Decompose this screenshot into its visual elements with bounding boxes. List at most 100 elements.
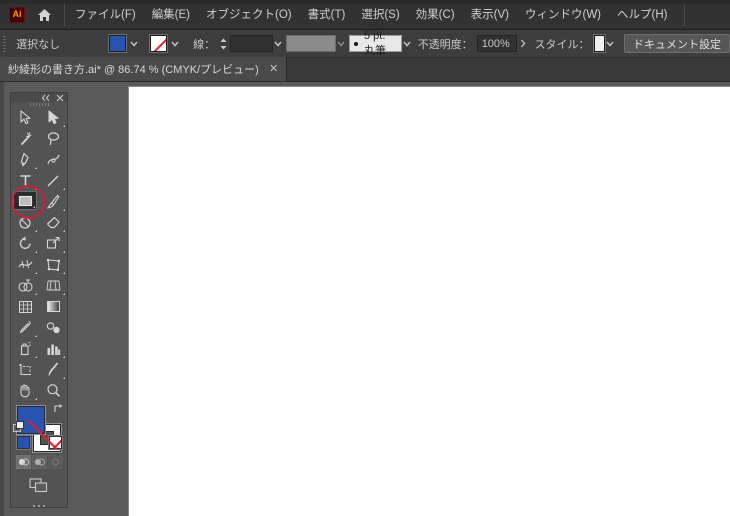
fill-stroke-controls — [13, 403, 65, 453]
flyout-triangle-icon — [35, 335, 37, 338]
stroke-none-swatch-icon[interactable] — [150, 35, 168, 52]
menu-item-list: ファイル(F) 編集(E) オブジェクト(O) 書式(T) 選択(S) 効果(C… — [67, 0, 675, 30]
illustrator-window: Ai ファイル(F) 編集(E) オブジェクト(O) 書式(T) 選択(S) 効… — [0, 0, 730, 516]
menu-select[interactable]: 選択(S) — [353, 4, 407, 26]
draw-normal-button[interactable] — [15, 455, 31, 469]
flyout-triangle-icon — [63, 377, 65, 380]
edit-toolbar-button[interactable] — [33, 505, 45, 507]
flyout-triangle-icon — [63, 209, 65, 212]
selection-status-label: 選択なし — [16, 38, 61, 51]
opacity-options-chevron-right-icon[interactable] — [519, 35, 528, 52]
fill-swatch-icon[interactable] — [109, 35, 127, 52]
draw-behind-button[interactable] — [31, 455, 47, 469]
shape-builder-tool[interactable] — [12, 275, 38, 296]
close-icon[interactable] — [55, 93, 64, 102]
double-chevron-left-icon[interactable] — [41, 93, 50, 102]
menu-divider — [64, 3, 65, 26]
direct-selection-tool[interactable] — [40, 107, 66, 128]
brush-definition-label: 5 pt. 丸筆 — [364, 29, 386, 57]
rectangle-tool[interactable] — [13, 191, 37, 211]
menu-view[interactable]: 表示(V) — [463, 4, 517, 26]
tool-grid — [11, 106, 67, 401]
menu-window[interactable]: ウィンドウ(W) — [517, 4, 609, 26]
flyout-triangle-icon — [63, 293, 65, 296]
rotate-tool[interactable] — [12, 233, 38, 254]
home-icon[interactable] — [33, 4, 55, 26]
shaper-tool[interactable] — [12, 212, 38, 233]
magic-wand-tool[interactable] — [12, 128, 38, 149]
default-fill-stroke-icon[interactable] — [13, 421, 24, 432]
flyout-triangle-icon — [35, 230, 37, 233]
fill-dropdown-chevron-down-icon[interactable] — [127, 35, 140, 52]
symbol-sprayer-tool[interactable] — [12, 338, 38, 359]
selection-tool[interactable] — [12, 107, 38, 128]
menu-effect[interactable]: 効果(C) — [408, 4, 463, 26]
color-mode-button[interactable] — [16, 436, 30, 449]
brush-chevron-down-icon[interactable] — [403, 35, 411, 52]
flyout-triangle-icon — [35, 356, 37, 359]
graphic-style-swatch-icon[interactable] — [593, 35, 605, 52]
brush-preview-dot-icon — [354, 41, 358, 46]
flyout-triangle-icon — [35, 398, 37, 401]
gradient-tool[interactable] — [40, 296, 66, 317]
type-tool[interactable] — [12, 170, 38, 191]
artboard-tool[interactable] — [12, 359, 38, 380]
flyout-triangle-icon — [63, 188, 65, 191]
curvature-tool[interactable] — [40, 149, 66, 170]
close-icon[interactable]: ✕ — [268, 63, 280, 75]
opacity-input[interactable]: 100% — [476, 35, 517, 52]
hand-tool[interactable] — [12, 380, 38, 401]
scale-tool[interactable] — [40, 233, 66, 254]
flyout-triangle-icon — [63, 125, 65, 128]
eyedropper-tool[interactable] — [12, 317, 38, 338]
control-bar-grip[interactable] — [3, 35, 7, 52]
menu-type[interactable]: 書式(T) — [300, 4, 354, 26]
menu-help[interactable]: ヘルプ(H) — [609, 4, 675, 26]
stroke-weight-chevron-down-icon[interactable] — [274, 35, 282, 52]
blend-tool[interactable] — [40, 317, 66, 338]
free-transform-tool[interactable] — [40, 254, 66, 275]
slice-tool[interactable] — [40, 359, 66, 380]
menu-edit[interactable]: 編集(E) — [144, 4, 198, 26]
line-segment-tool[interactable] — [40, 170, 66, 191]
menu-object[interactable]: オブジェクト(O) — [198, 4, 300, 26]
control-bar: 選択なし 線： 5 pt. 丸筆 不透明度： 100% スタイル： ドキュメント… — [0, 30, 730, 58]
workspace — [0, 82, 730, 516]
flyout-triangle-icon — [35, 272, 37, 275]
style-chevron-down-icon[interactable] — [606, 35, 614, 52]
opacity-label: 不透明度： — [417, 38, 473, 51]
pen-tool[interactable] — [12, 149, 38, 170]
brush-definition-select[interactable]: 5 pt. 丸筆 — [349, 30, 402, 57]
document-tab[interactable]: 紗綾形の書き方.ai* @ 86.74 % (CMYK/プレビュー) ✕ — [0, 57, 287, 81]
flyout-triangle-icon — [35, 251, 37, 254]
perspective-grid-tool[interactable] — [40, 275, 66, 296]
mesh-tool[interactable] — [12, 296, 38, 317]
tools-panel — [10, 92, 68, 508]
document-tab-bar: 紗綾形の書き方.ai* @ 86.74 % (CMYK/プレビュー) ✕ — [0, 57, 730, 82]
menu-file[interactable]: ファイル(F) — [67, 4, 144, 26]
artboard-canvas[interactable] — [128, 86, 730, 516]
flyout-triangle-icon — [63, 230, 65, 233]
stroke-dropdown-chevron-down-icon[interactable] — [168, 35, 181, 52]
stroke-weight-input[interactable] — [230, 35, 273, 52]
flyout-triangle-icon — [33, 206, 35, 209]
draw-inside-button[interactable] — [47, 455, 63, 469]
eraser-tool[interactable] — [40, 212, 66, 233]
swap-fill-stroke-icon[interactable] — [53, 403, 65, 415]
stroke-swatch-group — [147, 35, 181, 52]
flyout-triangle-icon — [35, 293, 37, 296]
document-setup-button[interactable]: ドキュメント設定 — [624, 34, 730, 53]
stroke-profile-chevron-down-icon[interactable] — [337, 35, 345, 52]
zoom-tool[interactable] — [40, 380, 66, 401]
column-graph-tool[interactable] — [40, 338, 66, 359]
stroke-weight-stepper[interactable] — [219, 35, 228, 52]
paintbrush-tool[interactable] — [40, 191, 66, 212]
draw-mode-row — [15, 455, 63, 469]
tools-panel-header[interactable] — [11, 93, 67, 102]
flyout-triangle-icon — [63, 356, 65, 359]
menu-bar: Ai ファイル(F) 編集(E) オブジェクト(O) 書式(T) 選択(S) 効… — [0, 0, 730, 30]
stroke-profile-select[interactable] — [285, 35, 336, 52]
lasso-tool[interactable] — [40, 128, 66, 149]
width-tool[interactable] — [12, 254, 38, 275]
change-screen-mode-button[interactable] — [27, 478, 51, 493]
